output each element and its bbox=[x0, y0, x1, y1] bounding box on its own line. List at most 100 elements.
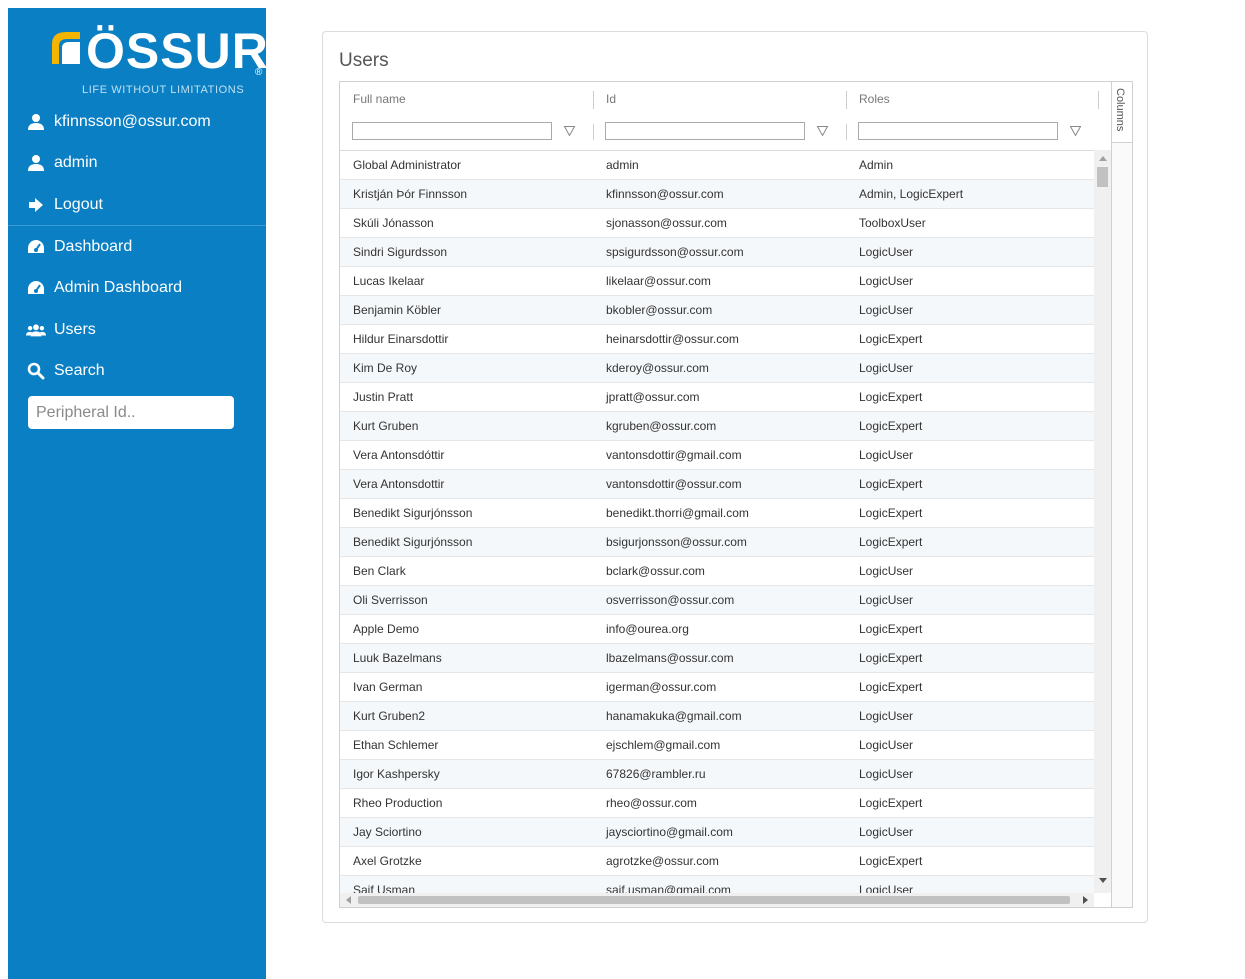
table-row[interactable]: Benedikt Sigurjónsson bsigurjonsson@ossur… bbox=[340, 528, 1094, 557]
cell-roles: Admin, LogicExpert bbox=[859, 187, 964, 201]
cell-id: rheo@ossur.com bbox=[606, 796, 697, 810]
cell-roles: Admin bbox=[859, 158, 894, 172]
table-row[interactable]: Oli Sverrisson osverrisson@ossur.com Logic… bbox=[340, 586, 1094, 615]
ossur-logo-mark-icon bbox=[52, 32, 80, 64]
cell-roles: LogicExpert bbox=[859, 419, 923, 433]
table-row[interactable]: Justin Pratt jpratt@ossur.com LogicExpert bbox=[340, 383, 1094, 412]
table-row[interactable]: Kim De Roy kderoy@ossur.com LogicUser bbox=[340, 354, 1094, 383]
filter-input-roles[interactable] bbox=[858, 122, 1058, 140]
table-row[interactable]: Sindri Sigurdsson spsigurdsson@ossur.com L… bbox=[340, 238, 1094, 267]
cell-full-name: Benjamin Köbler bbox=[353, 303, 442, 317]
cell-roles: ToolboxUser bbox=[859, 216, 926, 230]
table-row[interactable]: Kristján Þór Finnsson kfinnsson@ossur.com… bbox=[340, 180, 1094, 209]
scroll-up-icon[interactable] bbox=[1094, 150, 1111, 167]
logout-label: Logout bbox=[54, 196, 103, 213]
vertical-scroll-thumb[interactable] bbox=[1097, 167, 1108, 187]
cell-full-name: Luuk Bazelmans bbox=[353, 651, 442, 665]
table-row[interactable]: Jay Sciortino jaysciortino@gmail.com Logic… bbox=[340, 818, 1094, 847]
column-header-id[interactable]: Id bbox=[593, 82, 846, 116]
cell-full-name: Benedikt Sigurjónsson bbox=[353, 535, 473, 549]
users-panel: Users Full name Id Roles Global Administ… bbox=[322, 31, 1148, 923]
filter-input-full-name[interactable] bbox=[352, 122, 552, 140]
nav-users[interactable]: Users bbox=[8, 310, 266, 350]
sign-out-icon bbox=[26, 195, 46, 215]
table-row[interactable]: Lucas Ikelaar likelaar@ossur.com LogicUser bbox=[340, 267, 1094, 296]
filter-icon[interactable] bbox=[815, 124, 829, 138]
filter-input-id[interactable] bbox=[605, 122, 805, 140]
scroll-right-icon[interactable] bbox=[1077, 892, 1094, 907]
table-row[interactable]: Benedikt Sigurjónsson benedikt.thorri@gma… bbox=[340, 499, 1094, 528]
table-row[interactable]: Vera Antonsdottir vantonsdottir@ossur.com… bbox=[340, 470, 1094, 499]
ossur-logo[interactable]: ÖSSUR ® LIFE WITHOUT LIMITATIONS bbox=[42, 20, 268, 96]
table-row[interactable]: Global Administrator admin Admin bbox=[340, 151, 1094, 180]
nav-user-role[interactable]: admin bbox=[8, 143, 266, 183]
horizontal-scroll-thumb[interactable] bbox=[358, 896, 1070, 904]
horizontal-scrollbar[interactable] bbox=[340, 893, 1094, 907]
table-row[interactable]: Rheo Production rheo@ossur.com LogicExpert bbox=[340, 789, 1094, 818]
scroll-down-icon[interactable] bbox=[1094, 872, 1111, 889]
cell-roles: LogicExpert bbox=[859, 651, 923, 665]
admin-dashboard-label: Admin Dashboard bbox=[54, 279, 183, 296]
vertical-scrollbar[interactable] bbox=[1094, 150, 1111, 893]
tachometer-icon bbox=[26, 237, 46, 257]
nav-user-email[interactable]: kfinnsson@ossur.com bbox=[8, 102, 266, 142]
nav-logout[interactable]: Logout bbox=[8, 185, 266, 225]
cell-roles: LogicExpert bbox=[859, 332, 923, 346]
table-row[interactable]: Saif Usman saif.usman@gmail.com LogicUser bbox=[340, 876, 1094, 894]
cell-id: kgruben@ossur.com bbox=[606, 419, 717, 433]
cell-full-name: Justin Pratt bbox=[353, 390, 414, 404]
cell-id: admin bbox=[606, 158, 639, 172]
table-row[interactable]: Kurt Gruben kgruben@ossur.com LogicExpert bbox=[340, 412, 1094, 441]
cell-roles: LogicUser bbox=[859, 564, 914, 578]
table-row[interactable]: Kurt Gruben2 hanamakuka@gmail.com LogicUse… bbox=[340, 702, 1094, 731]
cell-roles: LogicExpert bbox=[859, 506, 923, 520]
filter-icon[interactable] bbox=[562, 124, 576, 138]
cell-id: ejschlem@gmail.com bbox=[606, 738, 721, 752]
cell-id: jpratt@ossur.com bbox=[606, 390, 700, 404]
cell-roles: LogicUser bbox=[859, 825, 914, 839]
table-row[interactable]: Luuk Bazelmans lbazelmans@ossur.com LogicE… bbox=[340, 644, 1094, 673]
search-label: Search bbox=[54, 362, 105, 379]
columns-chooser-tab[interactable]: Columns bbox=[1111, 82, 1132, 143]
peripheral-id-input[interactable] bbox=[28, 396, 234, 429]
table-row[interactable]: Ivan German igerman@ossur.com LogicExpert bbox=[340, 673, 1094, 702]
nav-search[interactable]: Search bbox=[8, 351, 266, 391]
cell-roles: LogicUser bbox=[859, 274, 914, 288]
table-row[interactable]: Ethan Schlemer ejschlem@gmail.com LogicUse… bbox=[340, 731, 1094, 760]
cell-roles: LogicExpert bbox=[859, 796, 923, 810]
filter-icon[interactable] bbox=[1068, 124, 1082, 138]
users-label: Users bbox=[54, 321, 96, 338]
cell-id: heinarsdottir@ossur.com bbox=[606, 332, 739, 346]
logo-tagline: LIFE WITHOUT LIMITATIONS bbox=[82, 84, 245, 96]
cell-id: hanamakuka@gmail.com bbox=[606, 709, 742, 723]
cell-id: lbazelmans@ossur.com bbox=[606, 651, 734, 665]
column-separator bbox=[1098, 91, 1099, 109]
table-row[interactable]: Axel Grotzke agrotzke@ossur.com LogicExper… bbox=[340, 847, 1094, 876]
cell-id: jaysciortino@gmail.com bbox=[606, 825, 733, 839]
cell-full-name: Skúli Jónasson bbox=[353, 216, 434, 230]
filter-cell-roles bbox=[858, 116, 1082, 146]
users-grid: Full name Id Roles Global Administrator a… bbox=[339, 81, 1133, 908]
cell-roles: LogicUser bbox=[859, 883, 914, 894]
cell-full-name: Rheo Production bbox=[353, 796, 443, 810]
cell-roles: LogicExpert bbox=[859, 477, 923, 491]
table-row[interactable]: Skúli Jónasson sjonasson@ossur.com Toolbox… bbox=[340, 209, 1094, 238]
cell-id: igerman@ossur.com bbox=[606, 680, 717, 694]
table-row[interactable]: Vera Antonsdóttir vantonsdottir@gmail.com… bbox=[340, 441, 1094, 470]
cell-id: kderoy@ossur.com bbox=[606, 361, 709, 375]
search-icon bbox=[26, 361, 46, 381]
table-row[interactable]: Igor Kashpersky 67826@rambler.ru LogicUser bbox=[340, 760, 1094, 789]
table-row[interactable]: Ben Clark bclark@ossur.com LogicUser bbox=[340, 557, 1094, 586]
nav-admin-dashboard[interactable]: Admin Dashboard bbox=[8, 268, 266, 308]
cell-roles: LogicExpert bbox=[859, 854, 923, 868]
column-header-roles[interactable]: Roles bbox=[846, 82, 1094, 116]
nav-dashboard[interactable]: Dashboard bbox=[8, 227, 266, 267]
cell-roles: LogicExpert bbox=[859, 390, 923, 404]
table-row[interactable]: Apple Demo info@ourea.org LogicExpert bbox=[340, 615, 1094, 644]
scroll-left-icon[interactable] bbox=[340, 892, 357, 907]
column-header-full-name[interactable]: Full name bbox=[340, 82, 593, 116]
table-row[interactable]: Hildur Einarsdottir heinarsdottir@ossur.c… bbox=[340, 325, 1094, 354]
cell-full-name: Oli Sverrisson bbox=[353, 593, 428, 607]
cell-id: bclark@ossur.com bbox=[606, 564, 705, 578]
table-row[interactable]: Benjamin Köbler bkobler@ossur.com LogicUse… bbox=[340, 296, 1094, 325]
